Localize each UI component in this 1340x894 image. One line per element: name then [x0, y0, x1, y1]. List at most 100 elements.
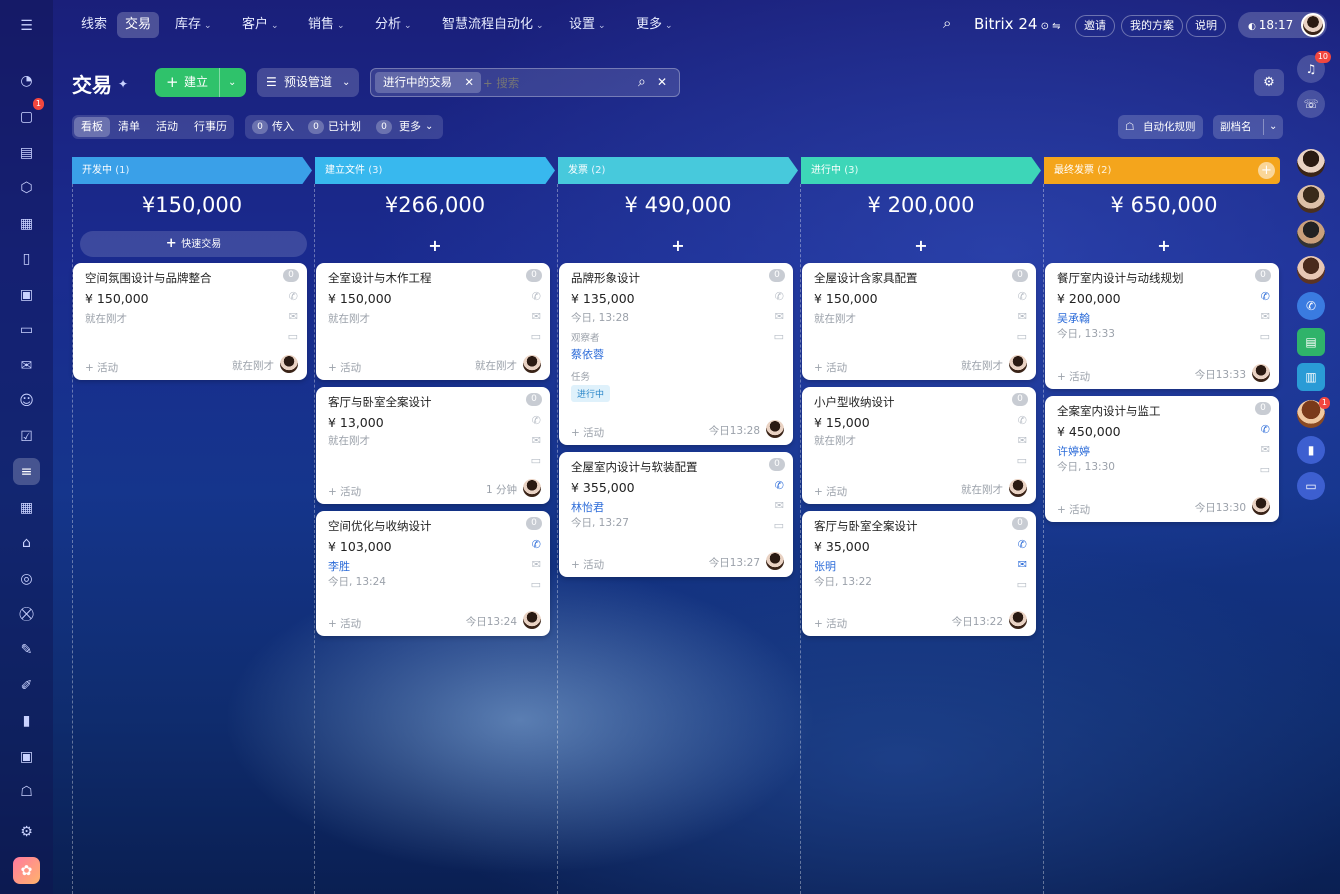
target-icon[interactable]: ◎	[13, 565, 40, 592]
mail-icon[interactable]: ✉	[13, 352, 40, 379]
add-deal-plus[interactable]: +	[1044, 236, 1284, 255]
mail-icon[interactable]: ✉	[775, 499, 784, 512]
deal-title[interactable]: 空间优化与收纳设计	[328, 518, 432, 534]
phone-icon[interactable]: ✆	[775, 290, 784, 303]
clear-icon[interactable]: ✕	[657, 69, 667, 96]
add-activity[interactable]: + 活动	[814, 360, 847, 375]
contact-link[interactable]: 张明	[814, 558, 836, 574]
chat-icon[interactable]: ▢ 1	[13, 98, 44, 130]
avatar[interactable]: 1	[1297, 397, 1330, 428]
deal-card[interactable]: 空间优化与收纳设计 0 ¥ 103,000 李胜 今日, 13:24 ✆ ✉ ▭…	[316, 511, 550, 636]
deal-card[interactable]: 全屋室内设计与软装配置 0 ¥ 355,000 林怡君 今日, 13:27 ✆ …	[559, 452, 793, 577]
feed-icon[interactable]: ◔	[13, 67, 40, 94]
avatar[interactable]	[766, 420, 784, 438]
tab-calendar[interactable]: 行事历	[194, 115, 227, 139]
mail-icon[interactable]: ✉	[1018, 434, 1027, 447]
add-deal-plus[interactable]: +	[558, 236, 798, 255]
documents-icon[interactable]: ▯	[13, 245, 40, 272]
nav-analytics[interactable]: 分析 ⌄	[367, 12, 420, 38]
phone-icon[interactable]: ✆	[1297, 292, 1325, 320]
mail-icon[interactable]: ✉	[532, 310, 541, 323]
nav-inventory[interactable]: 库存 ⌄	[167, 12, 220, 38]
deal-card[interactable]: 全室设计与木作工程 0 ¥ 150,000 就在刚才 ✆ ✉ ▭ + 活动 就在…	[316, 263, 550, 380]
deal-card[interactable]: 空间氛围设计与品牌整合 0 ¥ 150,000 就在刚才 ✆ ✉ ▭ + 活动 …	[73, 263, 307, 380]
phone-icon[interactable]: ✆	[532, 290, 541, 303]
settings-icon[interactable]: ⚙	[13, 818, 40, 845]
tab-kanban[interactable]: 看板	[74, 117, 110, 137]
deal-title[interactable]: 全屋室内设计与软装配置	[571, 459, 698, 475]
deal-title[interactable]: 空间氛围设计与品牌整合	[85, 270, 212, 286]
quick-deal-button[interactable]: + 快速交易	[80, 231, 307, 257]
add-deal-plus[interactable]: +	[315, 236, 555, 255]
avatar[interactable]	[523, 355, 541, 373]
contacts-icon[interactable]: ☺	[13, 387, 40, 414]
deal-card[interactable]: 全案室内设计与监工 0 ¥ 450,000 许婷婷 今日, 13:30 ✆ ✉ …	[1045, 396, 1279, 522]
avatar[interactable]	[1009, 611, 1027, 629]
chat-icon[interactable]: ▭	[1017, 454, 1027, 467]
calendar-icon[interactable]: ▦	[13, 210, 40, 237]
chevron-down-icon[interactable]: ⌄	[425, 115, 433, 139]
mail-icon[interactable]: ✉	[1261, 310, 1270, 323]
analytics-icon[interactable]: ▮	[13, 707, 40, 734]
phone-icon[interactable]: ✆	[1018, 538, 1027, 551]
mail-icon[interactable]: ✉	[1018, 558, 1027, 571]
add-activity[interactable]: + 活动	[328, 360, 361, 375]
phone-icon[interactable]: ✆	[1261, 290, 1270, 303]
deal-title[interactable]: 客厅与卧室全案设计	[328, 394, 432, 410]
chat-icon[interactable]: ▭	[288, 330, 298, 343]
sign-icon[interactable]: ✎	[13, 636, 40, 663]
contact-link[interactable]: 李胜	[328, 558, 350, 574]
mail-icon[interactable]: ✉	[532, 558, 541, 571]
chat-icon[interactable]: ▭	[531, 578, 541, 591]
phone-icon[interactable]: ✆	[1261, 423, 1270, 436]
plan-button[interactable]: 我的方案	[1121, 15, 1183, 37]
nav-leads[interactable]: 线索	[73, 12, 115, 38]
mail-icon[interactable]: ✉	[1018, 310, 1027, 323]
tasks-icon[interactable]: ▤	[13, 139, 40, 166]
schedule-icon[interactable]: ▦	[13, 494, 40, 521]
nav-deals[interactable]: 交易	[117, 12, 160, 38]
chat-icon[interactable]: ▭	[1260, 463, 1270, 476]
sites-icon[interactable]: ▣	[13, 743, 40, 770]
chat-icon[interactable]: ▭	[774, 330, 784, 343]
avatar[interactable]	[523, 611, 541, 629]
contact-link[interactable]: 吴承翰	[1057, 310, 1090, 326]
search-icon[interactable]: ⌕	[943, 14, 951, 32]
stage-header-0[interactable]: 开发中 (1)	[72, 157, 312, 184]
invite-button[interactable]: 邀请	[1075, 15, 1115, 37]
avatar[interactable]	[1297, 256, 1325, 284]
add-activity[interactable]: + 活动	[328, 484, 361, 499]
projects-icon[interactable]: ⬡	[13, 174, 40, 201]
counter-planned[interactable]: 已计划	[328, 115, 361, 139]
add-activity[interactable]: + 活动	[571, 557, 604, 572]
deal-card[interactable]: 客厅与卧室全案设计 0 ¥ 35,000 张明 今日, 13:22 ✆ ✉ ▭ …	[802, 511, 1036, 636]
contact-link[interactable]: 许婷婷	[1057, 443, 1090, 459]
deal-title[interactable]: 小户型收纳设计	[814, 394, 895, 410]
add-activity[interactable]: + 活动	[814, 616, 847, 631]
notifications-icon[interactable]: ♫ 10	[1297, 51, 1331, 83]
deal-card[interactable]: 小户型收纳设计 0 ¥ 15,000 就在刚才 ✆ ✉ ▭ + 活动 就在刚才	[802, 387, 1036, 504]
contact-card-icon[interactable]: ▤	[1297, 328, 1325, 356]
phone-icon[interactable]: ✆	[1018, 414, 1027, 427]
deal-card[interactable]: 客厅与卧室全案设计 0 ¥ 13,000 就在刚才 ✆ ✉ ▭ + 活动 1 分…	[316, 387, 550, 504]
deal-title[interactable]: 全室设计与木作工程	[328, 270, 432, 286]
nav-sales[interactable]: 销售 ⌄	[300, 12, 353, 38]
chat-icon[interactable]: ▭	[531, 454, 541, 467]
phone-icon[interactable]: ✆	[532, 538, 541, 551]
mail-icon[interactable]: ✉	[1261, 443, 1270, 456]
avatar[interactable]	[523, 479, 541, 497]
nav-customers[interactable]: 客户 ⌄	[234, 12, 287, 38]
stage-header-1[interactable]: 建立文件 (3)	[315, 157, 555, 184]
checklist-icon[interactable]: ☑	[13, 423, 40, 450]
search-input[interactable]	[483, 73, 633, 92]
automation-button[interactable]: ☖ 自动化规则	[1118, 115, 1203, 139]
avatar[interactable]	[1009, 355, 1027, 373]
deal-title[interactable]: 餐厅室内设计与动线规划	[1057, 270, 1184, 286]
cart-icon[interactable]: ⛒	[13, 600, 40, 627]
close-icon[interactable]: ✕	[464, 72, 474, 93]
tab-list[interactable]: 清单	[118, 115, 140, 139]
filter-search-box[interactable]: 进行中的交易 ✕ ⌕ ✕	[370, 68, 680, 97]
add-activity[interactable]: + 活动	[1057, 502, 1090, 517]
counter-incoming[interactable]: 传入	[272, 115, 294, 139]
settings-gear-button[interactable]: ⚙	[1254, 69, 1284, 96]
